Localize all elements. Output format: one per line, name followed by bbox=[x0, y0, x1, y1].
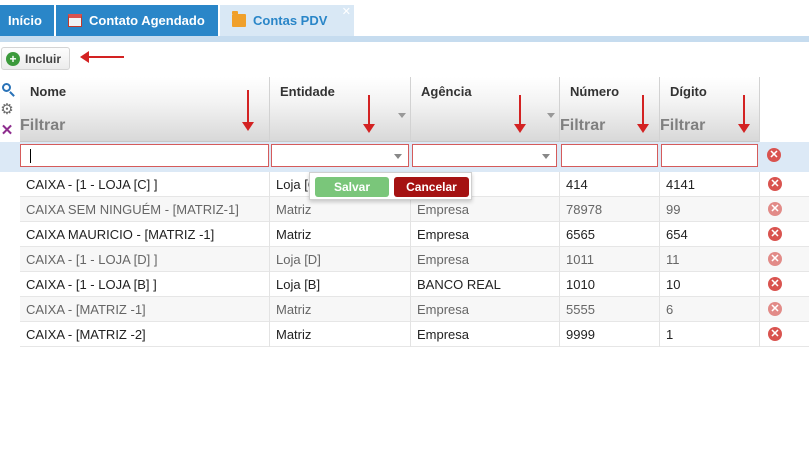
chevron-down-icon bbox=[394, 154, 402, 159]
cell-numero: 1010 bbox=[560, 272, 660, 297]
gear-icon[interactable]: ⚙ bbox=[0, 101, 14, 118]
cell-nome: CAIXA SEM NINGUÉM - [MATRIZ-1] bbox=[20, 197, 270, 222]
tab-bar-divider bbox=[0, 36, 809, 42]
column-title: Entidade bbox=[280, 84, 335, 99]
clear-filter-icon[interactable]: ✕ bbox=[0, 122, 14, 139]
cell-entidade: Matriz bbox=[270, 297, 411, 322]
inline-editor-popup: Salvar Cancelar bbox=[309, 172, 472, 200]
chevron-down-icon[interactable] bbox=[398, 113, 406, 118]
table-row[interactable]: CAIXA - [MATRIZ -1] Matriz Empresa 5555 6 ✕ bbox=[20, 297, 809, 322]
cell-numero: 78978 bbox=[560, 197, 660, 222]
incluir-button[interactable]: + Incluir bbox=[1, 47, 70, 70]
cell-entidade: Matriz bbox=[270, 322, 411, 347]
tab-contato-agendado[interactable]: Contato Agendado bbox=[56, 5, 218, 36]
filter-row: ✕ bbox=[0, 142, 809, 172]
cell-agencia: Empresa bbox=[411, 197, 560, 222]
search-icon[interactable] bbox=[0, 81, 14, 95]
cancel-button[interactable]: Cancelar bbox=[394, 177, 469, 197]
delete-row-icon[interactable]: ✕ bbox=[768, 177, 782, 191]
filter-digito-input[interactable] bbox=[661, 144, 758, 167]
cell-numero: 414 bbox=[560, 172, 660, 197]
cell-digito: 6 bbox=[660, 297, 760, 322]
delete-row-icon[interactable]: ✕ bbox=[768, 327, 782, 341]
delete-row-icon[interactable]: ✕ bbox=[768, 202, 782, 216]
cell-entidade: Loja [D] bbox=[270, 247, 411, 272]
cell-agencia: Empresa bbox=[411, 322, 560, 347]
cell-numero: 6565 bbox=[560, 222, 660, 247]
chevron-down-icon[interactable] bbox=[547, 113, 555, 118]
cell-nome: CAIXA - [1 - LOJA [B] ] bbox=[20, 272, 270, 297]
cell-nome: CAIXA MAURICIO - [MATRIZ -1] bbox=[20, 222, 270, 247]
table-row[interactable]: CAIXA SEM NINGUÉM - [MATRIZ-1] Matriz Empr… bbox=[20, 197, 809, 222]
grid-header: Nome Filtrar Entidade Agência Número Fil… bbox=[20, 77, 760, 142]
column-title: Agência bbox=[421, 84, 472, 99]
filter-entidade-select[interactable] bbox=[271, 144, 409, 167]
table-row[interactable]: CAIXA - [MATRIZ -2] Matriz Empresa 9999 1 ✕ bbox=[20, 322, 809, 347]
annotation-arrow bbox=[738, 95, 750, 133]
column-header-agencia[interactable]: Agência bbox=[411, 77, 560, 142]
cell-agencia: BANCO REAL bbox=[411, 272, 560, 297]
annotation-arrow bbox=[637, 95, 649, 133]
tab-contas-label: Contas PDV bbox=[253, 13, 328, 28]
close-icon[interactable]: ✕ bbox=[342, 7, 351, 18]
filter-numero-input[interactable] bbox=[561, 144, 658, 167]
annotation-arrow bbox=[363, 95, 375, 133]
cell-nome: CAIXA - [MATRIZ -1] bbox=[20, 297, 270, 322]
save-button[interactable]: Salvar bbox=[315, 177, 389, 197]
cell-digito: 99 bbox=[660, 197, 760, 222]
delete-row-icon[interactable]: ✕ bbox=[768, 252, 782, 266]
cell-numero: 5555 bbox=[560, 297, 660, 322]
table-row[interactable]: CAIXA MAURICIO - [MATRIZ -1] Matriz Empres… bbox=[20, 222, 809, 247]
cell-digito: 10 bbox=[660, 272, 760, 297]
filter-agencia-select[interactable] bbox=[412, 144, 557, 167]
tab-contato-label: Contato Agendado bbox=[89, 13, 205, 28]
cell-agencia: Empresa bbox=[411, 247, 560, 272]
delete-row-icon[interactable]: ✕ bbox=[768, 277, 782, 291]
cell-numero: 9999 bbox=[560, 322, 660, 347]
annotation-arrow bbox=[80, 51, 124, 63]
filter-label: Filtrar bbox=[660, 117, 706, 134]
cell-entidade: Matriz bbox=[270, 222, 411, 247]
cell-nome: CAIXA - [1 - LOJA [C] ] bbox=[20, 172, 270, 197]
incluir-label: Incluir bbox=[25, 51, 62, 66]
cell-nome: CAIXA - [1 - LOJA [D] ] bbox=[20, 247, 270, 272]
tab-contas-pdv[interactable]: Contas PDV ✕ bbox=[220, 5, 354, 36]
column-header-nome[interactable]: Nome Filtrar bbox=[20, 77, 270, 142]
plus-icon: + bbox=[6, 51, 20, 66]
filter-label: Filtrar bbox=[560, 117, 606, 134]
delete-row-icon[interactable]: ✕ bbox=[768, 227, 782, 241]
tab-inicio[interactable]: Início bbox=[0, 5, 54, 36]
cell-digito: 4141 bbox=[660, 172, 760, 197]
calendar-icon bbox=[68, 14, 82, 27]
column-header-entidade[interactable]: Entidade bbox=[270, 77, 411, 142]
column-title: Dígito bbox=[670, 84, 707, 99]
cell-entidade: Loja [B] bbox=[270, 272, 411, 297]
folder-icon bbox=[232, 11, 246, 27]
cell-digito: 1 bbox=[660, 322, 760, 347]
column-title: Nome bbox=[30, 84, 67, 99]
cell-digito: 11 bbox=[660, 247, 760, 272]
table-row[interactable]: CAIXA - [1 - LOJA [B] ] Loja [B] BANCO REA… bbox=[20, 272, 809, 297]
remove-icon[interactable]: ✕ bbox=[767, 148, 781, 162]
annotation-arrow bbox=[514, 95, 526, 133]
tab-bar: Início Contato Agendado Contas PDV ✕ bbox=[0, 0, 809, 42]
annotation-arrow bbox=[242, 90, 254, 131]
cell-digito: 654 bbox=[660, 222, 760, 247]
column-title: Número bbox=[570, 84, 620, 99]
app-window: Início Contato Agendado Contas PDV ✕ + I… bbox=[0, 0, 809, 451]
cell-agencia: Empresa bbox=[411, 222, 560, 247]
cell-nome: CAIXA - [MATRIZ -2] bbox=[20, 322, 270, 347]
filter-label: Filtrar bbox=[20, 117, 66, 134]
chevron-down-icon bbox=[542, 154, 550, 159]
filter-nome-input[interactable] bbox=[20, 144, 269, 167]
tab-inicio-label: Início bbox=[8, 13, 42, 28]
cell-entidade: Matriz bbox=[270, 197, 411, 222]
delete-row-icon[interactable]: ✕ bbox=[768, 302, 782, 316]
cell-numero: 1011 bbox=[560, 247, 660, 272]
table-row[interactable]: CAIXA - [1 - LOJA [D] ] Loja [D] Empresa 10… bbox=[20, 247, 809, 272]
cell-agencia: Empresa bbox=[411, 297, 560, 322]
